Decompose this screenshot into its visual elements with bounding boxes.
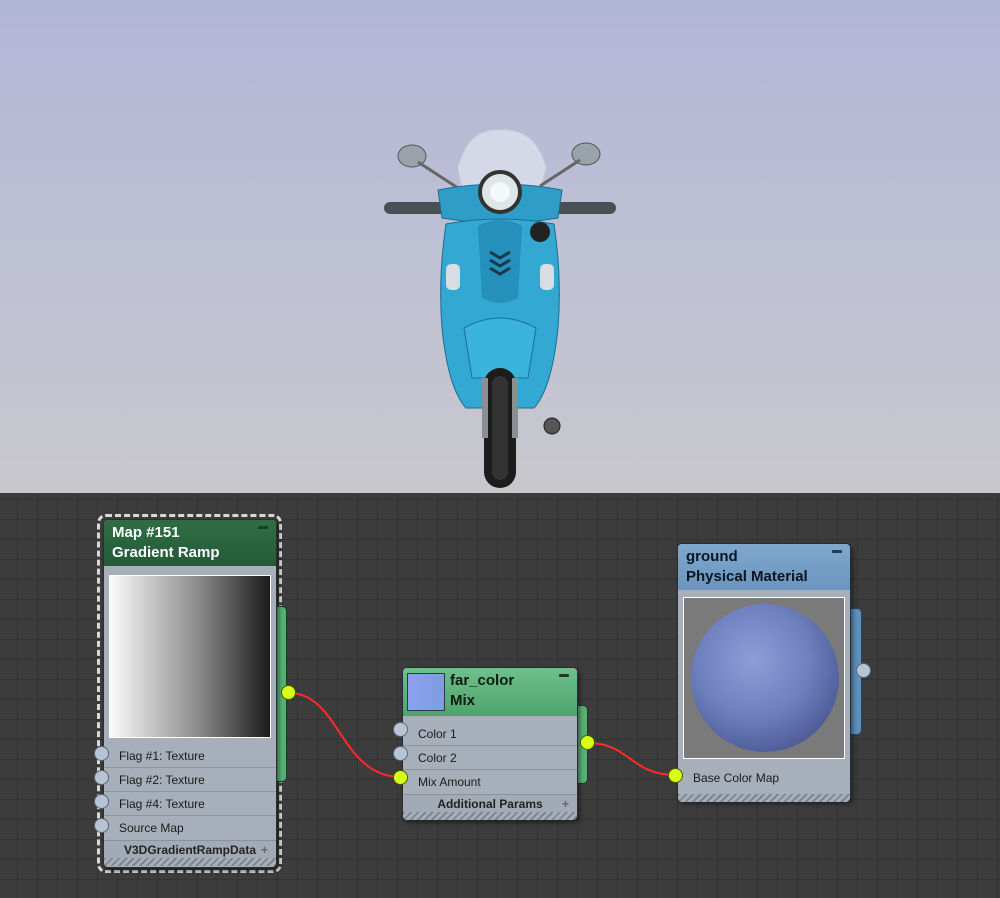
physical-material-node[interactable]: ground Physical Material Base Color Map — [677, 543, 851, 802]
resize-grip[interactable] — [403, 812, 577, 820]
input-socket[interactable] — [94, 770, 109, 785]
scooter-model — [384, 129, 616, 488]
slot-row[interactable]: Base Color Map — [678, 766, 850, 790]
slot-label: Color 1 — [418, 727, 457, 741]
collapse-button[interactable] — [559, 674, 569, 677]
rollout-header[interactable]: Additional Params + — [403, 794, 577, 812]
output-socket[interactable] — [580, 735, 595, 750]
material-sphere — [691, 604, 839, 752]
slot-label: Mix Amount — [418, 775, 481, 789]
slot-row[interactable]: Source Map — [104, 816, 276, 840]
node-title: Map #151 — [112, 524, 180, 541]
input-socket[interactable] — [393, 770, 408, 785]
input-socket[interactable] — [94, 794, 109, 809]
node-header[interactable]: far_color Mix — [403, 668, 577, 716]
collapse-button[interactable] — [832, 550, 842, 553]
rollout-header[interactable]: V3DGradientRampData + — [104, 840, 276, 858]
rollout-label: V3DGradientRampData — [123, 843, 257, 857]
slot-label: Color 2 — [418, 751, 457, 765]
expand-icon[interactable]: + — [562, 795, 569, 813]
output-socket[interactable] — [856, 663, 871, 678]
slot-row[interactable]: Flag #1: Texture — [104, 744, 276, 768]
slot-label: Flag #2: Texture — [119, 773, 205, 787]
input-socket[interactable] — [94, 818, 109, 833]
mix-preview-swatch — [407, 673, 445, 711]
node-title: far_color — [450, 672, 515, 689]
slot-label: Source Map — [119, 821, 184, 835]
expand-icon[interactable]: + — [261, 841, 268, 859]
rollout-label: Additional Params — [437, 797, 543, 811]
input-socket[interactable] — [393, 722, 408, 737]
resize-grip[interactable] — [678, 794, 850, 802]
slot-label: Flag #4: Texture — [119, 797, 205, 811]
collapse-button[interactable] — [258, 526, 268, 529]
wire-mix-to-material — [587, 742, 677, 776]
wire-ramp-to-mix — [288, 692, 402, 778]
gradient-ramp-node[interactable]: Map #151 Gradient Ramp Flag #1: Texture … — [103, 519, 277, 868]
gradient-preview — [109, 575, 271, 738]
input-socket[interactable] — [668, 768, 683, 783]
node-header[interactable]: Map #151 Gradient Ramp — [104, 520, 276, 566]
slot-row[interactable]: Color 2 — [403, 746, 577, 770]
output-socket[interactable] — [281, 685, 296, 700]
material-preview — [683, 597, 845, 759]
slot-label: Base Color Map — [693, 771, 780, 785]
node-editor[interactable]: Map #151 Gradient Ramp Flag #1: Texture … — [0, 493, 1000, 898]
slot-label: Flag #1: Texture — [119, 749, 205, 763]
slot-row[interactable]: Flag #4: Texture — [104, 792, 276, 816]
input-socket[interactable] — [393, 746, 408, 761]
node-type: Mix — [450, 692, 476, 709]
node-type: Gradient Ramp — [112, 544, 220, 561]
slot-row[interactable]: Flag #2: Texture — [104, 768, 276, 792]
node-header[interactable]: ground Physical Material — [678, 544, 850, 590]
node-title: ground — [686, 548, 738, 565]
node-type: Physical Material — [686, 568, 808, 585]
resize-grip[interactable] — [104, 858, 276, 866]
slot-row[interactable]: Color 1 — [403, 722, 577, 746]
mix-node[interactable]: far_color Mix Color 1 Color 2 Mix Amount… — [402, 667, 578, 820]
3d-viewport[interactable] — [0, 0, 1000, 493]
slot-row[interactable]: Mix Amount — [403, 770, 577, 794]
input-socket[interactable] — [94, 746, 109, 761]
